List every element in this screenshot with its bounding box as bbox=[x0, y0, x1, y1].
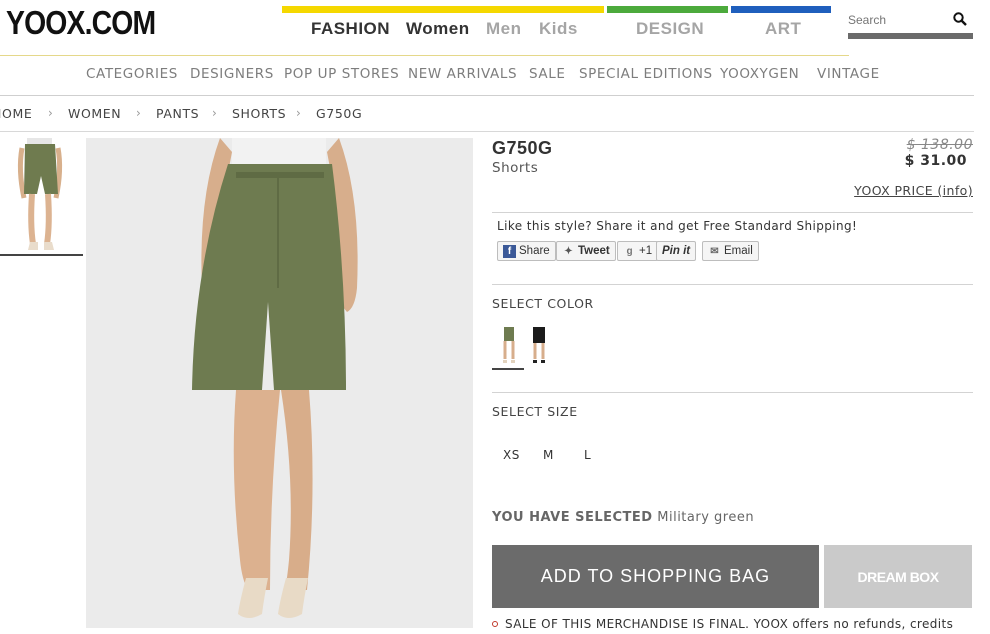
thumbnail-image bbox=[0, 138, 83, 255]
dream-box-button[interactable]: DREAM BOX bbox=[824, 545, 972, 608]
fashion-bar bbox=[282, 6, 604, 13]
share-promo-text: Like this style? Share it and get Free S… bbox=[497, 219, 858, 233]
cat-pop-up-stores[interactable]: POP UP STORES bbox=[284, 66, 399, 82]
size-option-l[interactable]: L bbox=[584, 448, 591, 462]
product-category: Shorts bbox=[492, 160, 539, 176]
nav-fashion[interactable]: FASHION bbox=[311, 19, 390, 39]
nav-art[interactable]: ART bbox=[765, 19, 801, 39]
pinterest-icon: Pin it bbox=[662, 245, 691, 257]
nav-women[interactable]: Women bbox=[406, 19, 470, 39]
selected-summary: YOU HAVE SELECTED Military green bbox=[492, 510, 754, 525]
email-icon: ✉ bbox=[710, 245, 719, 257]
thumbnail-selected-indicator bbox=[0, 254, 83, 256]
tweet-button[interactable]: ✦ Tweet bbox=[556, 241, 616, 261]
pinterest-button[interactable]: Pin it bbox=[656, 241, 697, 261]
category-navigation: CATEGORIES DESIGNERS POP UP STORES NEW A… bbox=[0, 66, 990, 86]
cat-yooxygen[interactable]: YOOXYGEN bbox=[720, 66, 799, 82]
divider bbox=[492, 392, 973, 393]
sale-final-text: SALE OF THIS MERCHANDISE IS FINAL. YOOX … bbox=[505, 617, 954, 631]
facebook-icon: f bbox=[503, 244, 516, 258]
breadcrumb-separator-icon: › bbox=[296, 106, 301, 120]
breadcrumb-shorts[interactable]: SHORTS bbox=[232, 106, 286, 121]
nav-men[interactable]: Men bbox=[486, 19, 522, 39]
yoox-logo[interactable]: YOOX.COM bbox=[6, 4, 156, 42]
search-icon[interactable] bbox=[953, 12, 967, 26]
twitter-icon: ✦ bbox=[564, 245, 573, 257]
facebook-share-label: Share bbox=[519, 245, 550, 257]
google-plus-button[interactable]: g +1 bbox=[617, 241, 659, 261]
breadcrumb-separator-icon: › bbox=[136, 106, 141, 120]
breadcrumb-home[interactable]: HOME bbox=[0, 106, 32, 121]
size-option-m[interactable]: M bbox=[543, 448, 554, 462]
selected-label: YOU HAVE SELECTED bbox=[492, 510, 653, 525]
product-thumbnail[interactable] bbox=[0, 138, 83, 255]
search-input[interactable] bbox=[848, 8, 948, 32]
select-color-label: SELECT COLOR bbox=[492, 296, 594, 311]
sale-price: $ 31.00 bbox=[904, 153, 967, 169]
breadcrumb-product: G750G bbox=[316, 106, 363, 121]
breadcrumb-women[interactable]: WOMEN bbox=[68, 106, 121, 121]
select-size-label: SELECT SIZE bbox=[492, 404, 578, 419]
facebook-share-button[interactable]: f Share bbox=[497, 241, 556, 261]
original-price: $ 138.00 bbox=[906, 137, 973, 153]
yoox-price-info-link[interactable]: YOOX PRICE (info) bbox=[854, 183, 973, 198]
top-navigation: FASHION Women Men Kids DESIGN ART bbox=[282, 6, 832, 54]
divider bbox=[492, 284, 973, 285]
design-bar bbox=[607, 6, 728, 13]
sale-final-notice: SALE OF THIS MERCHANDISE IS FINAL. YOOX … bbox=[492, 617, 970, 634]
nav-design[interactable]: DESIGN bbox=[636, 19, 704, 39]
breadcrumb-divider bbox=[0, 131, 974, 132]
breadcrumb: HOME › WOMEN › PANTS › SHORTS › G750G bbox=[0, 106, 400, 122]
tweet-label: Tweet bbox=[578, 245, 610, 257]
product-title: G750G bbox=[492, 138, 553, 158]
cat-sale[interactable]: SALE bbox=[529, 66, 566, 82]
breadcrumb-separator-icon: › bbox=[212, 106, 217, 120]
bullet-icon bbox=[492, 621, 498, 627]
product-photo bbox=[86, 138, 473, 628]
cat-special-editions[interactable]: SPECIAL EDITIONS bbox=[579, 66, 713, 82]
breadcrumb-separator-icon: › bbox=[48, 106, 53, 120]
cat-vintage[interactable]: VINTAGE bbox=[817, 66, 880, 82]
email-share-button[interactable]: ✉ Email bbox=[702, 241, 759, 261]
cat-designers[interactable]: DESIGNERS bbox=[190, 66, 274, 82]
header-divider bbox=[0, 55, 849, 56]
google-plus-label: +1 bbox=[639, 245, 653, 257]
category-divider bbox=[0, 95, 974, 96]
cat-categories[interactable]: CATEGORIES bbox=[86, 66, 178, 82]
color-swatch-military-green[interactable] bbox=[498, 325, 520, 365]
email-share-label: Email bbox=[724, 245, 753, 257]
nav-kids[interactable]: Kids bbox=[539, 19, 578, 39]
add-to-shopping-bag-button[interactable]: ADD TO SHOPPING BAG bbox=[492, 545, 819, 608]
search-underline bbox=[848, 33, 973, 39]
color-selected-indicator bbox=[492, 368, 524, 370]
divider bbox=[492, 212, 973, 213]
google-plus-icon: g bbox=[626, 245, 633, 257]
size-option-xs[interactable]: XS bbox=[503, 448, 520, 462]
breadcrumb-pants[interactable]: PANTS bbox=[156, 106, 199, 121]
art-bar bbox=[731, 6, 831, 13]
selected-value: Military green bbox=[657, 510, 755, 525]
cat-new-arrivals[interactable]: NEW ARRIVALS bbox=[408, 66, 517, 82]
product-main-image[interactable] bbox=[86, 138, 473, 628]
search-box bbox=[848, 8, 973, 39]
color-swatch-black[interactable] bbox=[528, 325, 550, 365]
